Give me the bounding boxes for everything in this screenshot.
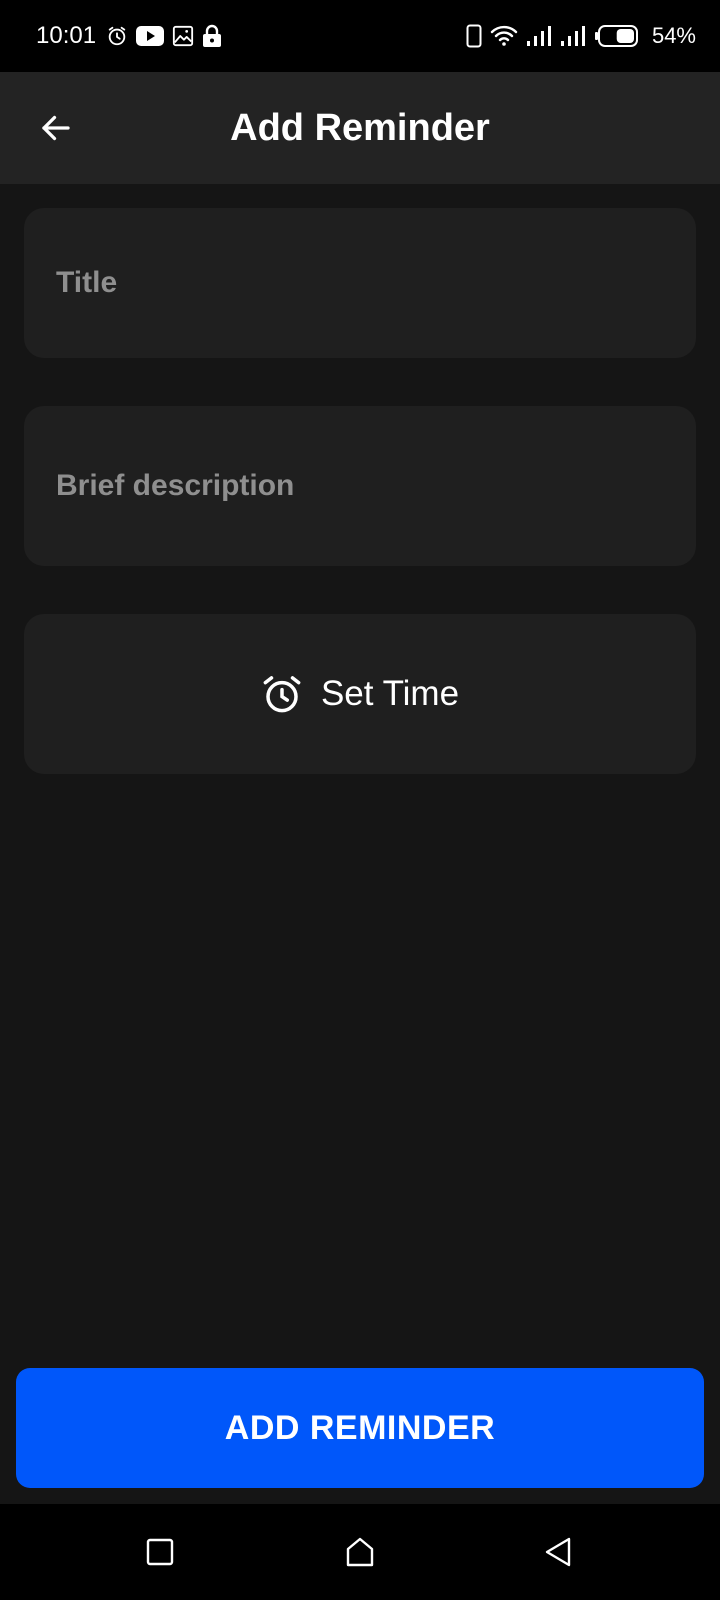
home-icon <box>344 1536 376 1568</box>
youtube-icon <box>136 25 164 47</box>
add-reminder-button[interactable]: ADD REMINDER <box>16 1368 704 1488</box>
add-reminder-button-label: ADD REMINDER <box>224 1408 496 1447</box>
app-bar: Add Reminder <box>0 72 720 184</box>
system-nav-bar <box>0 1504 720 1600</box>
home-button[interactable] <box>334 1526 386 1578</box>
alarm-icon <box>106 25 128 47</box>
status-notification-icons <box>106 22 222 50</box>
status-bar: 10:01 54% <box>0 0 720 72</box>
signal-2-icon <box>560 25 586 47</box>
gallery-icon <box>172 25 194 47</box>
status-time: 10:01 <box>36 22 97 49</box>
battery-icon <box>594 24 640 48</box>
back-nav-button[interactable] <box>532 1526 584 1578</box>
signal-1-icon <box>526 25 552 47</box>
status-system-icons: 54% <box>466 20 696 52</box>
add-reminder-screen: 10:01 54% Add Reminder Title Brief descr… <box>0 0 720 1600</box>
phone-icon <box>466 24 482 48</box>
page-title: Add Reminder <box>230 107 490 149</box>
recents-square-icon <box>145 1537 175 1567</box>
description-field[interactable] <box>24 406 696 566</box>
lock-icon <box>202 24 222 48</box>
back-triangle-icon <box>543 1536 573 1568</box>
recents-button[interactable] <box>134 1526 186 1578</box>
title-field[interactable] <box>24 208 696 358</box>
battery-percent: 54% <box>651 23 696 48</box>
alarm-clock-icon <box>261 673 303 715</box>
set-time-label: Set Time <box>320 674 460 713</box>
title-input[interactable] <box>56 208 672 358</box>
wifi-icon <box>490 24 518 48</box>
description-input[interactable] <box>56 406 672 566</box>
set-time-button[interactable]: Set Time <box>24 614 696 774</box>
